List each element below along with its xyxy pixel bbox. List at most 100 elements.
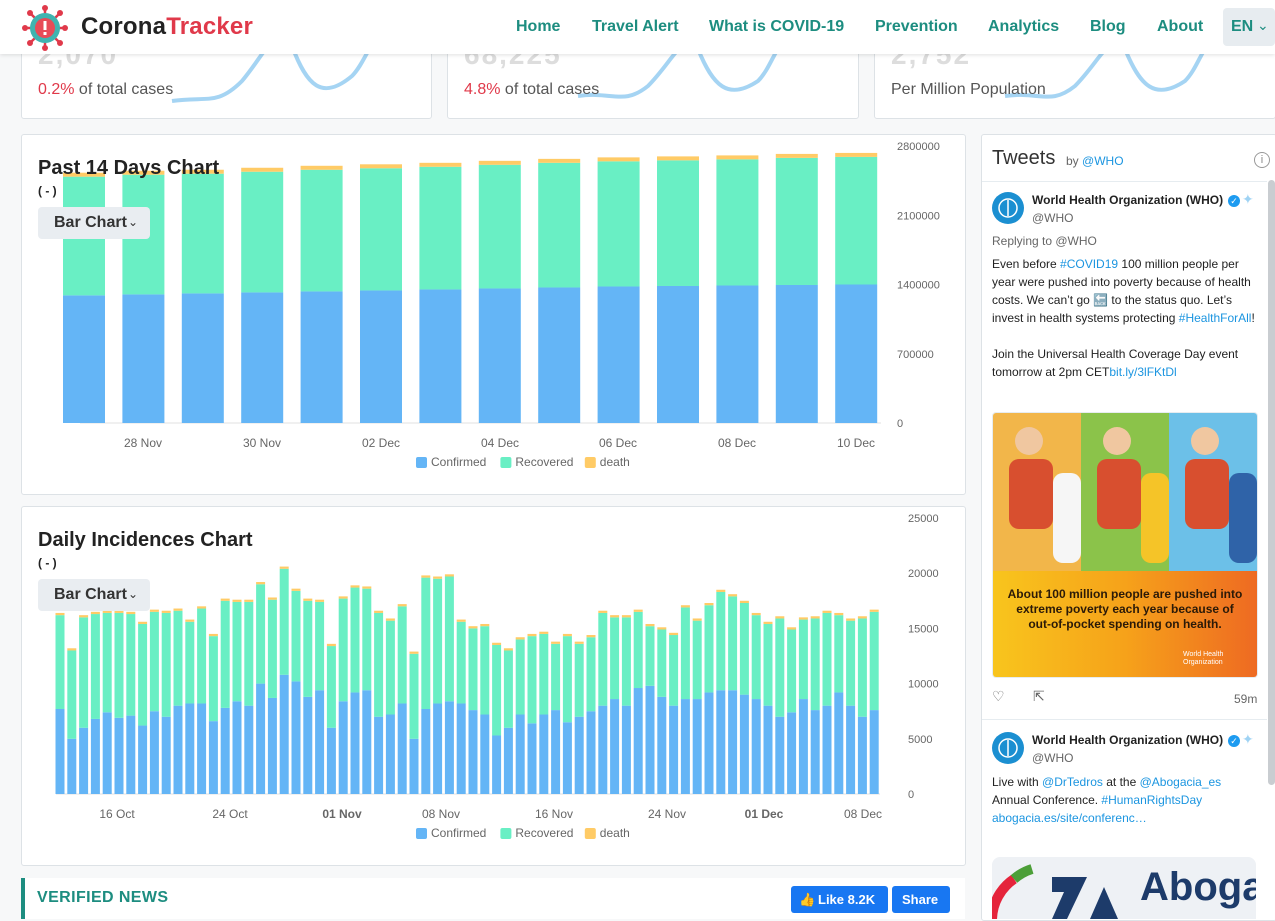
bar-segment-death (492, 642, 502, 645)
bar-segment-death (692, 618, 702, 621)
bar-segment-confirmed (126, 715, 136, 794)
language-selector[interactable]: EN ⌄ (1223, 8, 1275, 46)
who-avatar[interactable] (992, 192, 1024, 224)
replying-to[interactable]: Replying to @WHO (992, 234, 1097, 248)
twitter-bird-icon[interactable]: ✦ (1242, 731, 1254, 748)
bar-segment-death (385, 618, 395, 621)
brand-name[interactable]: CoronaTracker (81, 13, 253, 41)
bar-segment-recovered (360, 168, 402, 291)
bar-segment-recovered (551, 643, 561, 711)
nav-what-is-covid[interactable]: What is COVID-19 (709, 18, 844, 36)
who-handle-link[interactable]: @WHO (1082, 154, 1124, 168)
bar-segment-confirmed (220, 707, 230, 794)
bar-segment-death (621, 615, 631, 618)
tweet-image[interactable]: About 100 million people are pushed into… (992, 412, 1258, 678)
nav-about[interactable]: About (1157, 18, 1203, 36)
daily-incidences-chart: 25000 20000 15000 10000 5000 0 16 Oct 24 Oct 01 … (55, 513, 939, 840)
bar-segment-recovered (326, 646, 336, 728)
bar-segment-death (374, 610, 384, 613)
bar-segment-recovered (114, 612, 124, 718)
facebook-share-button[interactable]: Share (892, 886, 950, 913)
legend-swatch (584, 828, 596, 839)
bar-segment-death (574, 641, 584, 644)
bar-segment-recovered (138, 623, 148, 726)
who-logo-text: World Health Organization (1183, 651, 1224, 666)
chart-type-dropdown[interactable]: Bar Chart ⌄ (38, 207, 150, 239)
bar-segment-confirmed (397, 703, 407, 794)
bar-segment-confirmed (869, 710, 879, 794)
bar-segment-confirmed (67, 738, 77, 794)
bar-segment-confirmed (492, 735, 502, 794)
bar-segment-confirmed (241, 292, 284, 423)
nav-blog[interactable]: Blog (1090, 18, 1126, 36)
facebook-like-button[interactable]: 👍 Like 8.2K (791, 886, 888, 913)
bar-segment-death (444, 574, 454, 577)
x-tick-label: 01 Dec (745, 807, 784, 821)
stat-label: Per Million Population (891, 81, 1046, 98)
bar-segment-confirmed (657, 696, 667, 794)
thumbs-up-icon: 👍 (799, 892, 816, 907)
bar-segment-recovered (300, 169, 343, 292)
bar-segment-confirmed (300, 291, 343, 423)
nav-prevention[interactable]: Prevention (875, 18, 958, 36)
bar-segment-confirmed (751, 699, 761, 794)
nav-home[interactable]: Home (516, 18, 560, 36)
tweet-media-preview[interactable]: Aboga (992, 857, 1256, 919)
bar-segment-confirmed (114, 717, 124, 794)
bar-segment-recovered (350, 587, 360, 693)
hashtag-link[interactable]: #COVID19 (1060, 257, 1118, 271)
heart-icon[interactable]: ♡ (992, 688, 1005, 705)
y-tick-label: 1400000 (897, 280, 940, 292)
bar-segment-death (360, 164, 402, 169)
bar-segment-death (315, 599, 325, 602)
bar-segment-recovered (633, 611, 643, 689)
hashtag-link[interactable]: #HealthForAll (1179, 311, 1252, 325)
bar-segment-confirmed (444, 701, 454, 794)
chart-title: Past 14 Days Chart (38, 157, 220, 179)
twitter-bird-icon[interactable]: ✦ (1242, 191, 1254, 208)
bar-segment-confirmed (680, 699, 690, 794)
tweet-author[interactable]: World Health Organization (WHO) (1032, 733, 1223, 747)
who-avatar[interactable] (992, 732, 1024, 764)
legend-swatch (416, 457, 427, 468)
bar-segment-death (633, 609, 643, 612)
past-14-days-chart: 2800000 2100000 1400000 700000 0 28 Nov 30 Nov… (63, 141, 940, 469)
tweet-author[interactable]: World Health Organization (WHO) (1032, 193, 1223, 207)
bar-segment-recovered (456, 621, 466, 704)
mention-link[interactable]: @Abogacia_es (1140, 775, 1222, 789)
share-icon[interactable]: ⇱ (1033, 688, 1045, 705)
chart-type-dropdown[interactable]: Bar Chart ⌄ (38, 579, 150, 611)
bar-segment-confirmed (574, 716, 584, 794)
bar-segment-death (480, 623, 490, 627)
bar-segment-death (610, 615, 620, 618)
bar-segment-recovered (173, 610, 183, 706)
tweet-handle[interactable]: @WHO (1032, 751, 1074, 765)
y-tick-label: 25000 (908, 513, 939, 525)
nav-analytics[interactable]: Analytics (988, 18, 1059, 36)
article-link[interactable]: abogacia.es/site/conferenc… (992, 811, 1147, 825)
tweets-scrollbar[interactable] (1268, 180, 1275, 785)
y-tick-label: 5000 (908, 734, 932, 746)
bar-segment-death (798, 617, 808, 620)
hashtag-link[interactable]: #HumanRightsDay (1101, 793, 1202, 807)
bar-segment-recovered (362, 588, 372, 691)
tweet-text: Live with @DrTedros at the @Abogacia_es … (992, 773, 1262, 827)
tweet-handle[interactable]: @WHO (1032, 211, 1074, 225)
mention-link[interactable]: @DrTedros (1042, 775, 1103, 789)
bar-segment-recovered (480, 626, 490, 715)
bar-segment-recovered (822, 612, 832, 706)
bar-segment-recovered (90, 614, 100, 719)
bar-segment-recovered (692, 620, 702, 700)
virus-logo-icon[interactable] (22, 5, 68, 51)
bar-segment-recovered (291, 590, 301, 682)
info-icon[interactable]: i (1254, 152, 1270, 168)
bar-segment-recovered (739, 603, 749, 695)
bar-segment-death (538, 158, 581, 163)
short-link[interactable]: bit.ly/3lFKtDl (1109, 365, 1176, 379)
tweet-timestamp[interactable]: 59m (1234, 692, 1257, 706)
bar-segment-recovered (421, 577, 431, 709)
bar-segment-recovered (185, 621, 195, 704)
bar-segment-recovered (716, 159, 759, 286)
nav-travel-alert[interactable]: Travel Alert (592, 18, 679, 36)
bar-segment-recovered (67, 650, 77, 739)
